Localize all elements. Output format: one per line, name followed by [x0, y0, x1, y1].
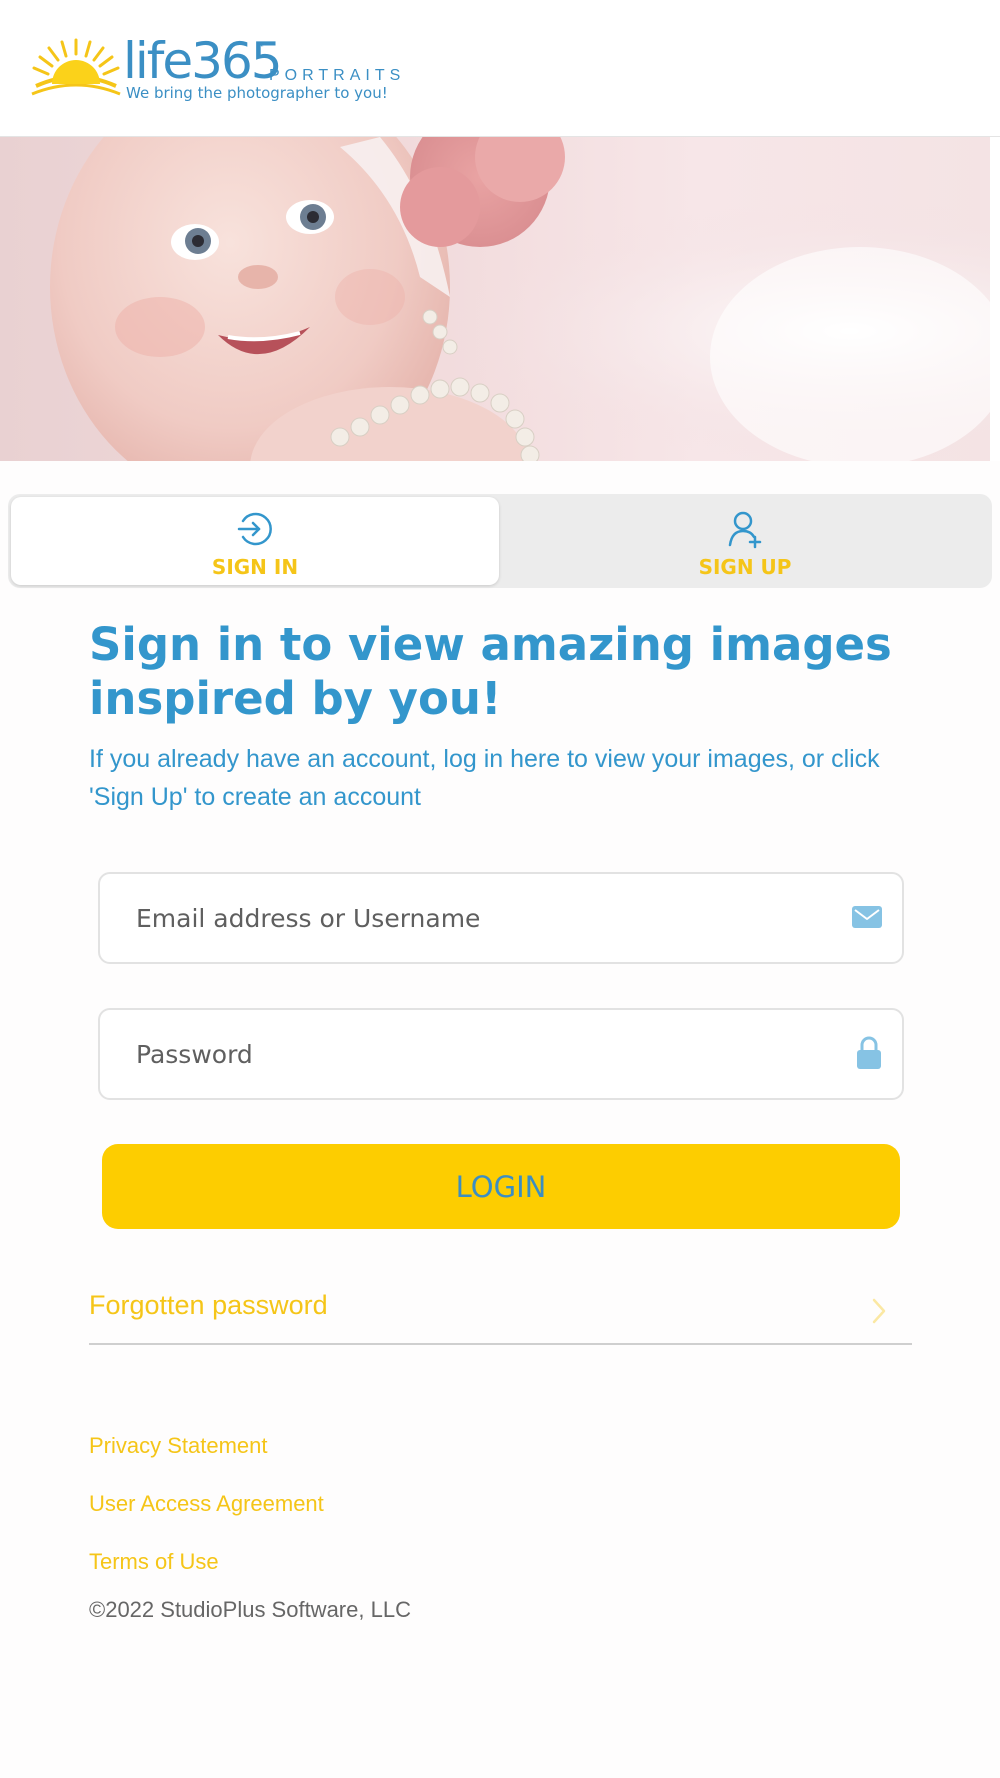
logo[interactable]: life365 ™ PORTRAITS We bring the photogr… [30, 34, 410, 106]
privacy-statement-link[interactable]: Privacy Statement [89, 1433, 268, 1459]
tab-sign-up[interactable]: SIGN UP [501, 497, 989, 585]
password-field[interactable] [98, 1008, 904, 1100]
sun-logo-icon [31, 38, 121, 96]
chevron-right-icon [872, 1298, 886, 1324]
tab-sign-in-label: SIGN IN [211, 555, 299, 579]
add-user-icon [728, 511, 762, 549]
login-button[interactable]: LOGIN [102, 1144, 900, 1229]
page-title: Sign in to view amazing images inspired … [89, 618, 892, 725]
password-input[interactable] [136, 1010, 816, 1098]
logo-portraits-text: PORTRAITS [269, 67, 406, 84]
logo-trademark: ™ [256, 42, 264, 51]
page-subtitle: If you already have an account, log in h… [89, 745, 880, 811]
email-input[interactable] [136, 874, 816, 962]
email-field[interactable] [98, 872, 904, 964]
hero-photo [0, 137, 1000, 461]
tab-sign-in[interactable]: SIGN IN [11, 497, 499, 585]
auth-tabs: SIGN IN SIGN UP [8, 494, 992, 588]
header: life365 ™ PORTRAITS We bring the photogr… [0, 0, 1000, 137]
sign-in-icon [237, 512, 272, 546]
lock-icon [857, 1036, 881, 1069]
tab-sign-up-label: SIGN UP [698, 555, 792, 579]
baby-portrait-image [0, 137, 1000, 461]
copyright-text: ©2022 StudioPlus Software, LLC [89, 1597, 411, 1622]
logo-tagline: We bring the photographer to you! [126, 84, 388, 102]
forgot-password-link[interactable]: Forgotten password [89, 1280, 912, 1345]
user-access-agreement-link[interactable]: User Access Agreement [89, 1491, 324, 1517]
forgot-password-label: Forgotten password [89, 1290, 328, 1320]
envelope-icon [852, 906, 882, 928]
terms-of-use-link[interactable]: Terms of Use [89, 1549, 219, 1575]
